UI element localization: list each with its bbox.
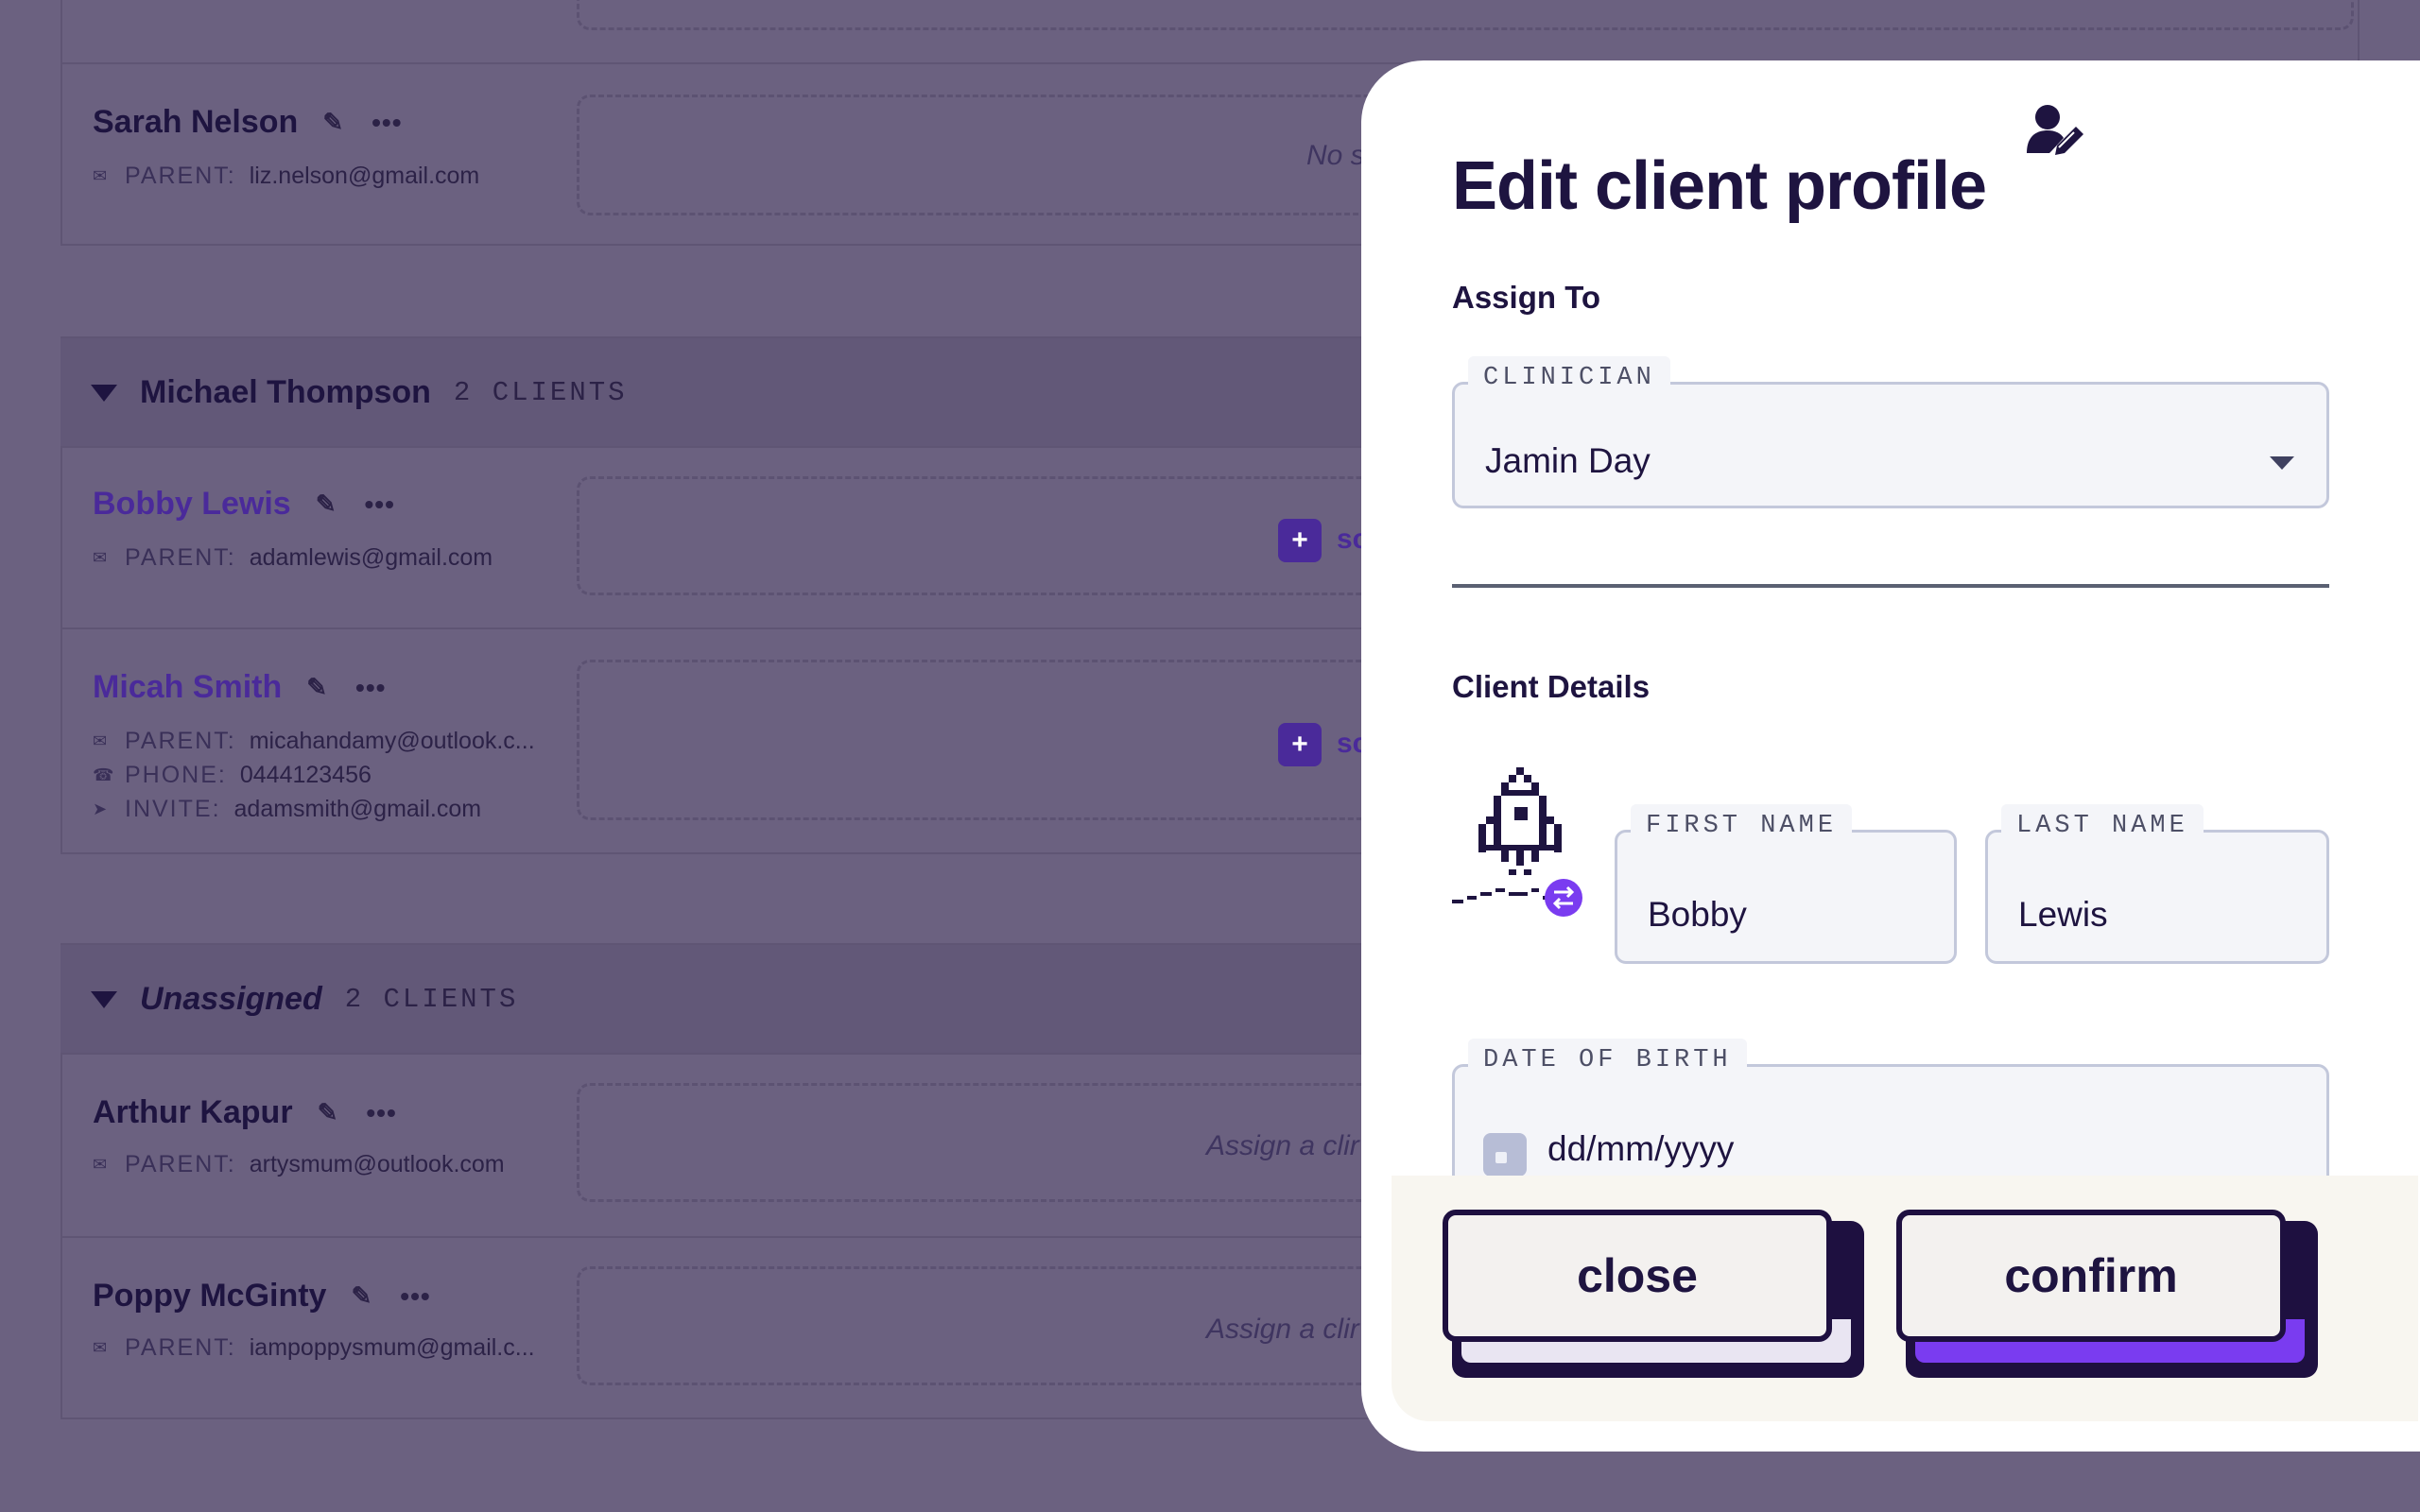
client-name[interactable]: Poppy McGinty [93,1278,326,1314]
client-name[interactable]: Arthur Kapur [93,1094,293,1131]
send-icon: ➤ [93,799,108,818]
drop-hint: No s [1306,140,1365,171]
envelope-icon: ✉ [93,1155,108,1174]
group-count: 2 CLIENTS [453,377,628,408]
invite-email: adamsmith@gmail.com [233,796,482,822]
client-name[interactable]: Micah Smith [93,669,282,706]
first-name-field[interactable]: FIRST NAME Bobby [1615,804,1957,964]
parent-label: PARENT: [125,163,236,189]
chevron-down-icon[interactable] [2270,456,2294,470]
group-count: 2 CLIENTS [344,984,519,1015]
client-name[interactable]: Sarah Nelson [93,104,298,141]
edit-pencil-icon[interactable]: ✎ [306,673,327,702]
modal-title: Edit client profile [1452,148,1987,224]
parent-email: micahandamy@outlook.c... [249,728,535,754]
edit-pencil-icon[interactable]: ✎ [322,108,343,137]
calendar-plus-icon[interactable]: + [1278,519,1322,562]
clinician-select[interactable]: CLINICIAN Jamin Day [1452,356,2329,508]
clinician-legend: CLINICIAN [1468,356,1670,398]
last-name-field[interactable]: LAST NAME Lewis [1985,804,2329,964]
envelope-icon: ✉ [93,731,108,750]
envelope-icon: ✉ [93,548,108,567]
collapse-caret-icon[interactable] [91,990,117,1008]
close-button-wrap: close [1443,1210,1864,1380]
first-name-legend: FIRST NAME [1631,804,1853,846]
parent-label: PARENT: [125,1334,236,1361]
calendar-plus-icon[interactable]: + [1278,723,1322,766]
parent-label: PARENT: [125,544,236,571]
parent-email: iampoppysmum@gmail.c... [249,1334,535,1361]
phone-icon: ☎ [93,765,114,784]
clinician-value: Jamin Day [1485,441,1651,480]
parent-email: artysmum@outlook.com [249,1151,505,1177]
envelope-icon: ✉ [93,166,108,185]
edit-pencil-icon[interactable]: ✎ [316,490,337,519]
edit-client-modal: Edit client profile Assign To CLINICIAN … [1361,60,2420,1452]
more-options-icon[interactable]: ••• [366,1098,396,1128]
assign-section-label: Assign To [1452,280,1601,315]
parent-email: liz.nelson@gmail.com [249,163,480,189]
invite-label: INVITE: [125,796,221,822]
more-options-icon[interactable]: ••• [372,108,402,138]
last-name-value[interactable]: Lewis [2018,895,2108,935]
rocket-avatar-icon[interactable] [1452,767,1584,919]
close-button[interactable]: close [1443,1210,1832,1342]
parent-label: PARENT: [125,728,236,754]
user-edit-icon [2027,105,2083,155]
edit-pencil-icon[interactable]: ✎ [351,1281,372,1311]
parent-email: adamlewis@gmail.com [249,544,493,571]
edit-pencil-icon[interactable]: ✎ [318,1098,338,1127]
confirm-button-wrap: confirm [1896,1210,2318,1380]
drop-zone [577,0,2354,30]
date-of-birth-placeholder[interactable]: dd/mm/yyyy [1547,1129,1734,1169]
group-name: Michael Thompson [140,374,431,410]
phone-label: PHONE: [125,762,227,788]
confirm-button[interactable]: confirm [1896,1210,2286,1342]
drop-hint: Assign a clir [1206,1130,1359,1161]
first-name-value[interactable]: Bobby [1648,895,1747,935]
envelope-icon: ✉ [93,1338,108,1357]
client-details-section-label: Client Details [1452,669,1651,704]
client-name[interactable]: Bobby Lewis [93,486,291,523]
drop-hint: Assign a clir [1206,1314,1359,1345]
more-options-icon[interactable]: ••• [400,1281,430,1312]
more-options-icon[interactable]: ••• [365,490,395,520]
parent-label: PARENT: [125,1151,236,1177]
phone-number: 0444123456 [239,762,372,788]
more-options-icon[interactable]: ••• [355,673,386,703]
section-divider [1452,584,2329,588]
date-of-birth-legend: DATE OF BIRTH [1468,1039,1747,1080]
collapse-caret-icon[interactable] [91,384,117,402]
last-name-legend: LAST NAME [2001,804,2204,846]
group-name: Unassigned [140,981,322,1017]
calendar-icon[interactable] [1483,1133,1527,1177]
